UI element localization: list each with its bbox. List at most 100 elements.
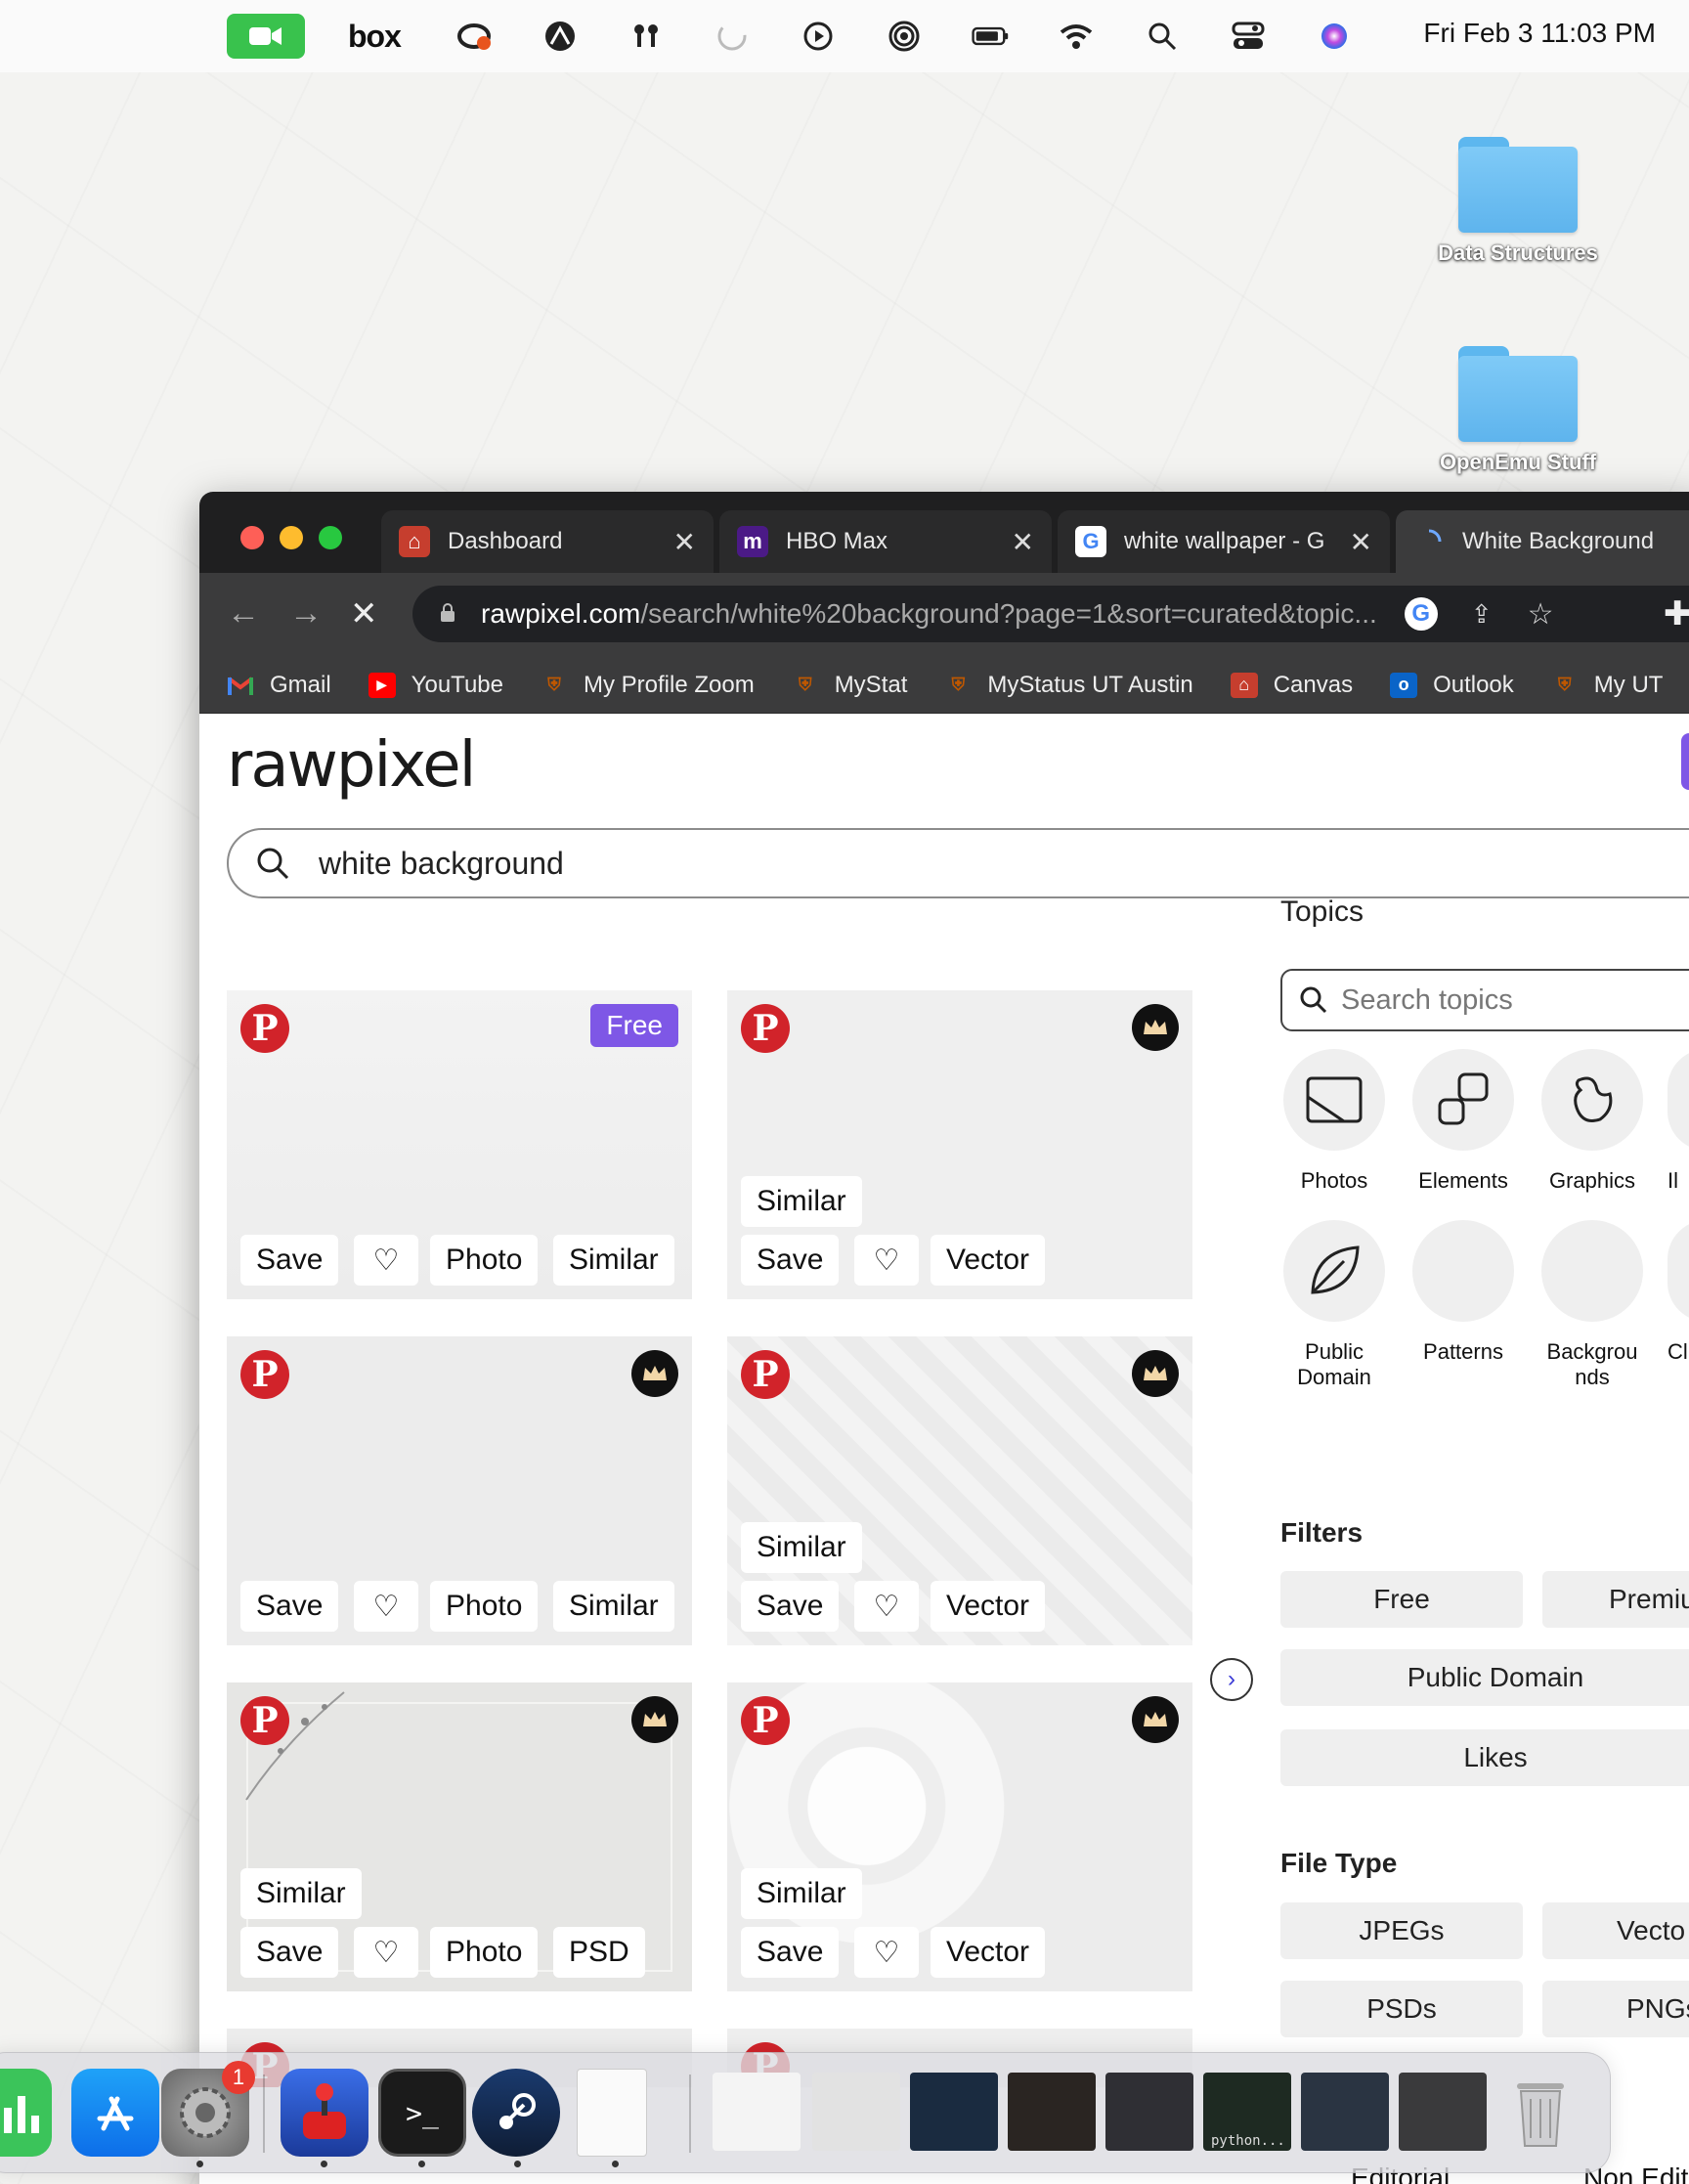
bookmark-gmail[interactable]: Gmail [227,672,331,699]
trash-icon[interactable] [1496,2069,1584,2157]
tab-google-search[interactable]: G white wallpaper - G ✕ [1058,510,1390,573]
minimized-window-thumbnail[interactable] [1105,2073,1193,2151]
bookmark-star-icon[interactable]: ☆ [1528,597,1554,632]
address-bar[interactable]: rawpixel.com /search/white%20background?… [412,586,1689,642]
vector-type-button[interactable]: Vector [931,1235,1046,1286]
close-tab-icon[interactable]: ✕ [673,526,696,558]
photo-type-button[interactable]: Photo [430,1581,539,1632]
rawpixel-logo[interactable]: rawpixel [227,729,476,802]
similar-button[interactable]: Similar [553,1235,674,1286]
topic-graphics[interactable]: Graphics [1538,1049,1646,1194]
joystick-app-icon[interactable] [281,2069,368,2157]
bookmark-mystatus-ut-austin[interactable]: ⛨ MyStatus UT Austin [944,672,1193,699]
pinterest-icon[interactable]: P [240,1004,289,1053]
minimized-window-thumbnail[interactable] [713,2073,801,2151]
result-card[interactable]: P Similar Save ♡ Vector [727,990,1192,1299]
tab-white-background[interactable]: White Background [1396,510,1689,573]
similar-button[interactable]: Similar [553,1581,674,1632]
tab-dashboard[interactable]: ⌂ Dashboard ✕ [381,510,714,573]
result-card[interactable]: P Similar Save ♡ Photo PSD [227,1682,692,1991]
topic-photos[interactable]: Photos [1280,1049,1388,1194]
purple-header-button[interactable] [1681,733,1689,790]
save-button[interactable]: Save [741,1927,840,1978]
desktop-folder[interactable]: Data Structures [1410,137,1625,266]
close-tab-icon[interactable]: ✕ [1350,526,1372,558]
similar-button[interactable]: Similar [240,1868,362,1919]
topic-patterns[interactable]: Patterns [1409,1220,1517,1365]
result-card[interactable]: P Similar Save ♡ Vector [727,1336,1192,1645]
bookmark-my-profile-zoom[interactable]: ⛨ My Profile Zoom [541,672,754,699]
desktop-folder[interactable]: OpenEmu Stuff [1410,346,1625,475]
photo-type-button[interactable]: Photo [430,1927,539,1978]
pinterest-icon[interactable]: P [741,1004,790,1053]
tab-hbo-max[interactable]: m HBO Max ✕ [719,510,1052,573]
filter-likes-button[interactable]: Likes [1280,1729,1689,1786]
control-center-icon[interactable] [1230,18,1267,55]
topic-backgrounds[interactable]: Backgrou nds [1538,1220,1646,1390]
topic-partial[interactable]: Il [1667,1049,1689,1194]
topic-elements[interactable]: Elements [1409,1049,1517,1194]
airpods-icon[interactable] [628,18,665,55]
similar-button[interactable]: Similar [741,1868,862,1919]
filetype-pngs-button[interactable]: PNGs [1542,1981,1689,2037]
menu-bar-clock[interactable]: Fri Feb 3 11:03 PM [1423,18,1656,49]
result-card[interactable]: P Save ♡ Photo Similar [227,1336,692,1645]
forward-arrow-icon[interactable]: → [289,594,323,633]
creative-cloud-icon[interactable] [455,18,493,55]
airdrop-icon[interactable] [886,18,923,55]
pinterest-icon[interactable]: P [741,1350,790,1399]
minimized-window-thumbnail[interactable] [812,2073,900,2151]
like-heart-icon[interactable]: ♡ [854,1581,919,1632]
vector-type-button[interactable]: Vector [931,1927,1046,1978]
filter-public-domain-button[interactable]: Public Domain [1280,1649,1689,1706]
topic-public-domain[interactable]: Public Domain [1280,1220,1388,1390]
terminal-icon[interactable]: >_ [378,2069,466,2157]
numbers-app-icon[interactable] [0,2069,52,2157]
bookmark-canvas[interactable]: ⌂ Canvas [1230,672,1353,699]
bookmark-mystat[interactable]: ⛨ MyStat [792,672,907,699]
similar-button[interactable]: Similar [741,1522,862,1573]
bookmark-my-ut[interactable]: ⛨ My UT [1551,672,1663,699]
like-heart-icon[interactable]: ♡ [354,1927,418,1978]
psd-type-button[interactable]: PSD [553,1927,645,1978]
wifi-icon[interactable] [1058,18,1095,55]
google-lens-icon[interactable]: G [1404,597,1438,631]
like-heart-icon[interactable]: ♡ [354,1581,418,1632]
vector-type-button[interactable]: Vector [931,1581,1046,1632]
filter-premium-button[interactable]: Premiu [1542,1571,1689,1628]
nordvpn-icon[interactable] [541,18,579,55]
close-tab-icon[interactable]: ✕ [1012,526,1034,558]
like-heart-icon[interactable]: ♡ [854,1927,919,1978]
similar-button[interactable]: Similar [741,1176,862,1227]
filetype-psds-button[interactable]: PSDs [1280,1981,1523,2037]
result-card[interactable]: P Similar Save ♡ Vector [727,1682,1192,1991]
close-window-button[interactable] [240,526,264,549]
share-icon[interactable]: ⇪ [1471,599,1493,630]
topic-partial[interactable]: Cl [1667,1220,1689,1365]
loading-spinner-icon[interactable] [714,18,751,55]
carousel-next-chevron-icon[interactable]: › [1210,1658,1253,1701]
filetype-jpegs-button[interactable]: JPEGs [1280,1902,1523,1959]
app-store-icon[interactable] [71,2069,159,2157]
pinterest-icon[interactable]: P [741,1696,790,1745]
minimized-window-thumbnail[interactable]: python... [1203,2073,1291,2151]
like-heart-icon[interactable]: ♡ [354,1235,418,1286]
save-button[interactable]: Save [240,1581,339,1632]
zoom-window-button[interactable] [319,526,342,549]
filetype-vectors-button[interactable]: Vecto [1542,1902,1689,1959]
save-button[interactable]: Save [741,1581,840,1632]
minimized-window-thumbnail[interactable] [910,2073,998,2151]
spotlight-search-icon[interactable] [1144,18,1181,55]
minimize-window-button[interactable] [280,526,303,549]
minimized-window-thumbnail[interactable] [1008,2073,1096,2151]
like-heart-icon[interactable]: ♡ [854,1235,919,1286]
pinterest-icon[interactable]: P [240,1350,289,1399]
save-button[interactable]: Save [240,1927,339,1978]
filter-free-button[interactable]: Free [1280,1571,1523,1628]
minimized-window-thumbnail[interactable] [1301,2073,1389,2151]
play-icon[interactable] [800,18,837,55]
save-button[interactable]: Save [240,1235,339,1286]
battery-icon[interactable] [972,18,1009,55]
siri-icon[interactable] [1316,18,1353,55]
pinterest-icon[interactable]: P [240,1696,289,1745]
